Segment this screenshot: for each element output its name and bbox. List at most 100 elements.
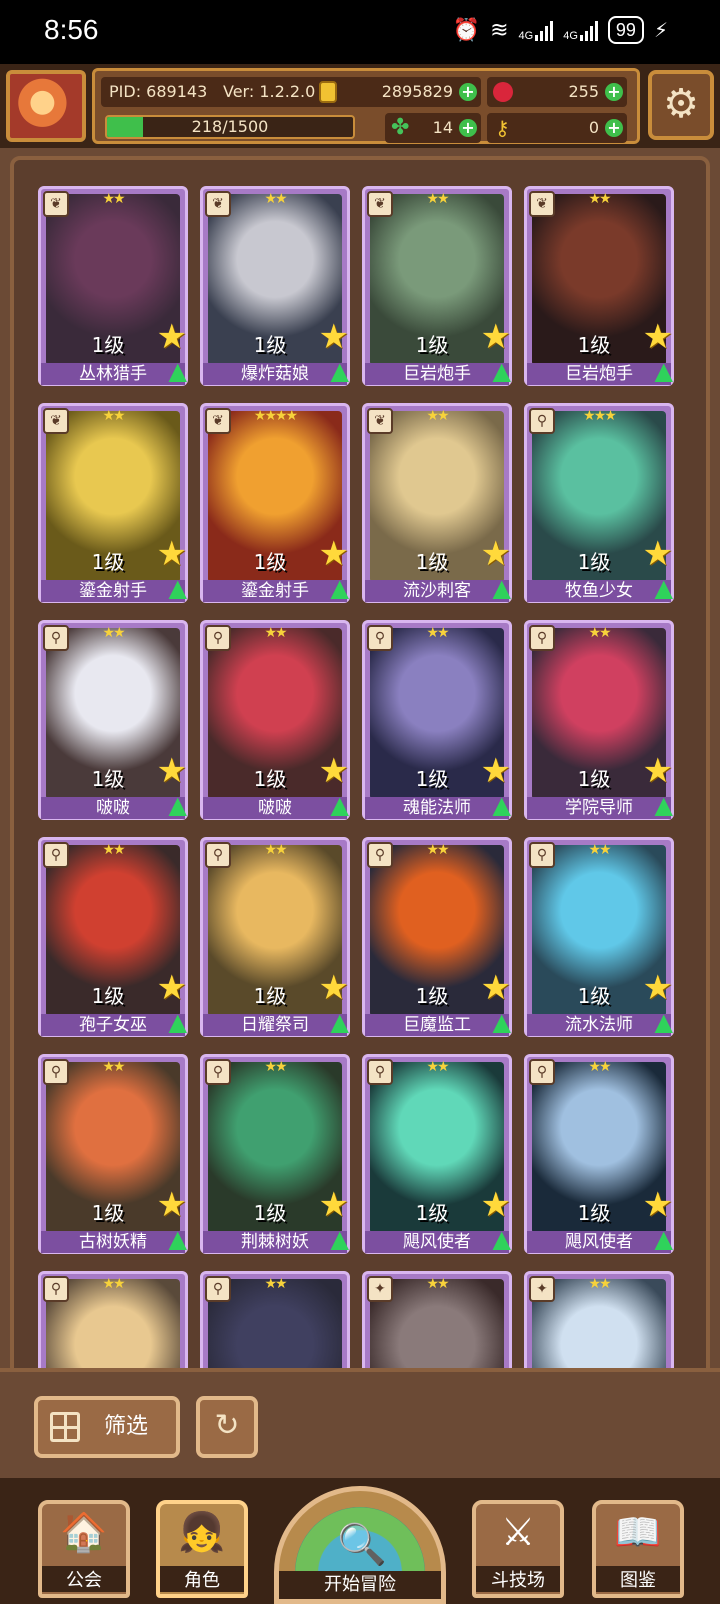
character-card[interactable]: ⚲ ★★ 1级 ★ 日耀祭司 ▲ <box>200 837 350 1037</box>
rarity-stars: ★★ <box>102 408 125 424</box>
roster-frame: ❦ ★★ 1级 ★ 丛林猎手 ▲ ❦ ★★ 1级 ★ 爆炸菇娘 ▲ ❦ ★★ 1级 ★ 巨岩炮手 ▲ ❦ ★★ 1级 ★ 巨… <box>10 156 710 1386</box>
character-card[interactable]: ❦ ★★ 1级 ★ 丛林猎手 ▲ <box>38 186 188 386</box>
character-card[interactable]: ⚲ ★★ 1级 ★ 学院导师 ▲ <box>524 620 674 820</box>
level-up-arrow-icon: ▲ <box>492 1008 511 1036</box>
character-card[interactable]: ⚲ ★★ 1级 ★ 孢子女巫 ▲ <box>38 837 188 1037</box>
settings-button[interactable]: ⚙ <box>648 70 714 140</box>
level-up-arrow-icon: ▲ <box>330 1225 349 1253</box>
alarm-icon: ⏰ <box>452 17 481 43</box>
character-card[interactable]: ⚲ ★★ 1级 ★ 啵啵 ▲ <box>38 620 188 820</box>
level-up-arrow-icon: ▲ <box>492 574 511 602</box>
character-card[interactable]: ⚲ ★★★ 1级 ★ 牧鱼少女 ▲ <box>524 403 674 603</box>
rarity-stars: ★★ <box>426 625 449 641</box>
character-level: 1级 <box>577 333 611 357</box>
nav-character[interactable]: 👧 角色 <box>156 1500 248 1598</box>
signal-1: 4G <box>518 19 554 42</box>
level-up-arrow-icon: ▲ <box>654 574 673 602</box>
character-name: 孢子女巫 <box>41 1014 185 1036</box>
character-level: 1级 <box>91 333 125 357</box>
character-card[interactable]: ❦ ★★ 1级 ★ 爆炸菇娘 ▲ <box>200 186 350 386</box>
star-upgrade-icon: ★ <box>156 1185 187 1225</box>
rarity-stars: ★★★★ <box>253 408 298 424</box>
character-card[interactable]: ❦ ★★ 1级 ★ 巨岩炮手 ▲ <box>524 186 674 386</box>
level-up-arrow-icon: ▲ <box>330 357 349 385</box>
level-up-arrow-icon: ▲ <box>330 574 349 602</box>
add-clover-button[interactable]: + <box>459 119 477 137</box>
character-name: 流水法师 <box>527 1014 671 1036</box>
signal-2: 4G <box>563 19 598 42</box>
status-icons: ⏰ ≋ 4G 4G 99 ⚡ <box>453 16 668 44</box>
rarity-stars: ★★ <box>102 842 125 858</box>
level-up-arrow-icon: ▲ <box>168 1008 187 1036</box>
character-card[interactable]: ⚲ ★★ 1级 ★ 飓风使者 ▲ <box>524 1054 674 1254</box>
character-name: 飓风使者 <box>527 1231 671 1253</box>
nav-guild[interactable]: 🏠 公会 <box>38 1500 130 1598</box>
level-up-arrow-icon: ▲ <box>492 1225 511 1253</box>
character-name: 巨岩炮手 <box>527 363 671 385</box>
rarity-stars: ★★ <box>588 842 611 858</box>
nav-arena[interactable]: ⚔ 斗技场 <box>472 1500 564 1598</box>
character-level: 1级 <box>91 767 125 791</box>
network-type-2: 4G <box>563 30 578 42</box>
character-level: 1级 <box>415 1201 449 1225</box>
refresh-icon: ↻ <box>214 1408 240 1443</box>
wifi-icon: ≋ <box>490 17 509 43</box>
player-avatar[interactable] <box>6 70 86 142</box>
rarity-stars: ★★ <box>426 191 449 207</box>
clover-row: ✤ 14 + <box>385 113 481 143</box>
level-up-arrow-icon: ▲ <box>330 1008 349 1036</box>
character-card[interactable]: ⚲ ★★ 1级 ★ 荆棘树妖 ▲ <box>200 1054 350 1254</box>
energy-text: 218/1500 <box>191 117 269 136</box>
character-card[interactable]: ❦ ★★ 1级 ★ 流沙刺客 ▲ <box>362 403 512 603</box>
signal-bars-icon <box>535 19 554 41</box>
star-upgrade-icon: ★ <box>156 751 187 791</box>
character-card[interactable]: ⚲ ★★ 1级 ★ 古树妖精 ▲ <box>38 1054 188 1254</box>
charging-icon: ⚡ <box>653 18 668 42</box>
level-up-arrow-icon: ▲ <box>654 1225 673 1253</box>
character-card[interactable]: ⚲ ★★ 1级 ★ 魂能法师 ▲ <box>362 620 512 820</box>
rarity-stars: ★★★ <box>583 408 617 424</box>
character-name: 牧鱼少女 <box>527 580 671 602</box>
gold-coin-icon <box>319 81 337 103</box>
nav-start-adventure[interactable]: 🔍 开始冒险 <box>274 1486 446 1604</box>
refresh-button[interactable]: ↻ <box>196 1396 258 1458</box>
filter-button[interactable]: 筛选 <box>34 1396 180 1458</box>
star-upgrade-icon: ★ <box>642 751 673 791</box>
character-level: 1级 <box>253 333 287 357</box>
add-gold-button[interactable]: + <box>459 83 477 101</box>
character-card[interactable]: ⚲ ★★ 1级 ★ 飓风使者 ▲ <box>362 1054 512 1254</box>
rarity-stars: ★★ <box>588 625 611 641</box>
character-icon: 👧 <box>178 1510 226 1554</box>
star-upgrade-icon: ★ <box>642 534 673 574</box>
nav-start-adventure-label: 开始冒险 <box>279 1571 441 1599</box>
character-card[interactable]: ❦ ★★ 1级 ★ 鎏金射手 ▲ <box>38 403 188 603</box>
character-name: 荆棘树妖 <box>203 1231 347 1253</box>
level-up-arrow-icon: ▲ <box>654 357 673 385</box>
character-name: 丛林猎手 <box>41 363 185 385</box>
level-up-arrow-icon: ▲ <box>654 1008 673 1036</box>
key-row: ⚷ 0 + <box>487 113 627 143</box>
level-up-arrow-icon: ▲ <box>492 791 511 819</box>
rarity-stars: ★★ <box>102 1059 125 1075</box>
star-upgrade-icon: ★ <box>642 317 673 357</box>
add-gem-button[interactable]: + <box>605 83 623 101</box>
character-card[interactable]: ❦ ★★ 1级 ★ 巨岩炮手 ▲ <box>362 186 512 386</box>
character-card[interactable]: ⚲ ★★ 1级 ★ 流水法师 ▲ <box>524 837 674 1037</box>
character-card[interactable]: ❦ ★★★★ 1级 ★ 鎏金射手 ▲ <box>200 403 350 603</box>
gem-icon <box>493 82 513 102</box>
character-name: 飓风使者 <box>365 1231 509 1253</box>
key-amount: 0 <box>588 118 599 137</box>
network-type-1: 4G <box>518 30 534 42</box>
character-card[interactable]: ⚲ ★★ 1级 ★ 啵啵 ▲ <box>200 620 350 820</box>
level-up-arrow-icon: ▲ <box>330 791 349 819</box>
bottom-nav: 🏠 公会 👧 角色 🔍 开始冒险 ⚔ 斗技场 📖 图鉴 <box>0 1478 720 1604</box>
star-upgrade-icon: ★ <box>480 968 511 1008</box>
nav-catalog-label: 图鉴 <box>596 1566 680 1592</box>
game-version: Ver: 1.2.2.0 <box>223 82 316 101</box>
add-key-button[interactable]: + <box>605 119 623 137</box>
gold-row: 2895829 + <box>315 77 481 107</box>
nav-catalog[interactable]: 📖 图鉴 <box>592 1500 684 1598</box>
character-card[interactable]: ⚲ ★★ 1级 ★ 巨魔监工 ▲ <box>362 837 512 1037</box>
character-name: 爆炸菇娘 <box>203 363 347 385</box>
star-upgrade-icon: ★ <box>156 968 187 1008</box>
